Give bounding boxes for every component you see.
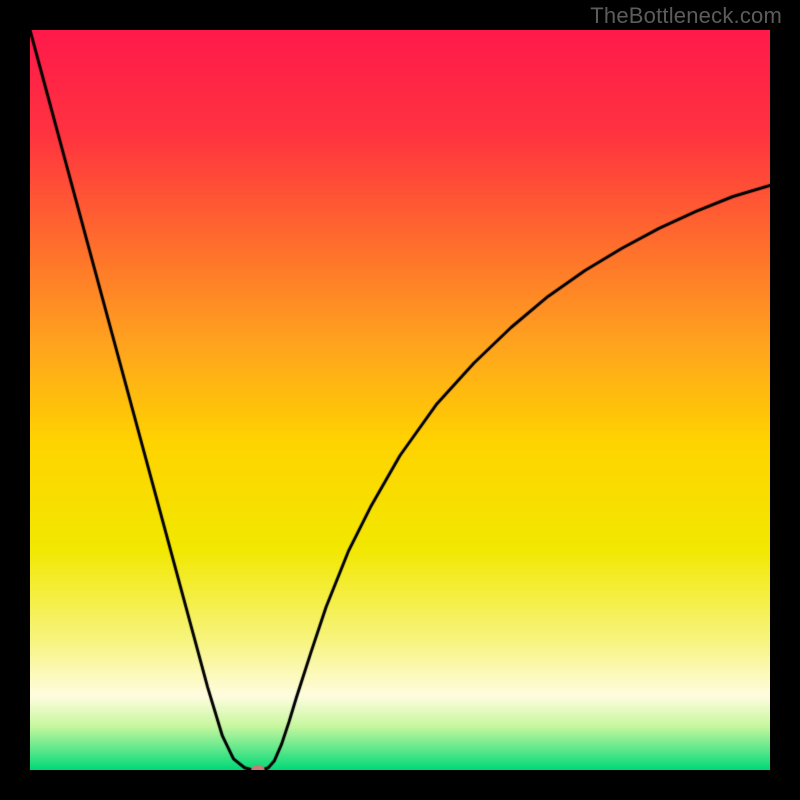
bottleneck-chart xyxy=(30,30,770,770)
plot-frame xyxy=(30,30,770,770)
watermark: TheBottleneck.com xyxy=(590,3,782,29)
